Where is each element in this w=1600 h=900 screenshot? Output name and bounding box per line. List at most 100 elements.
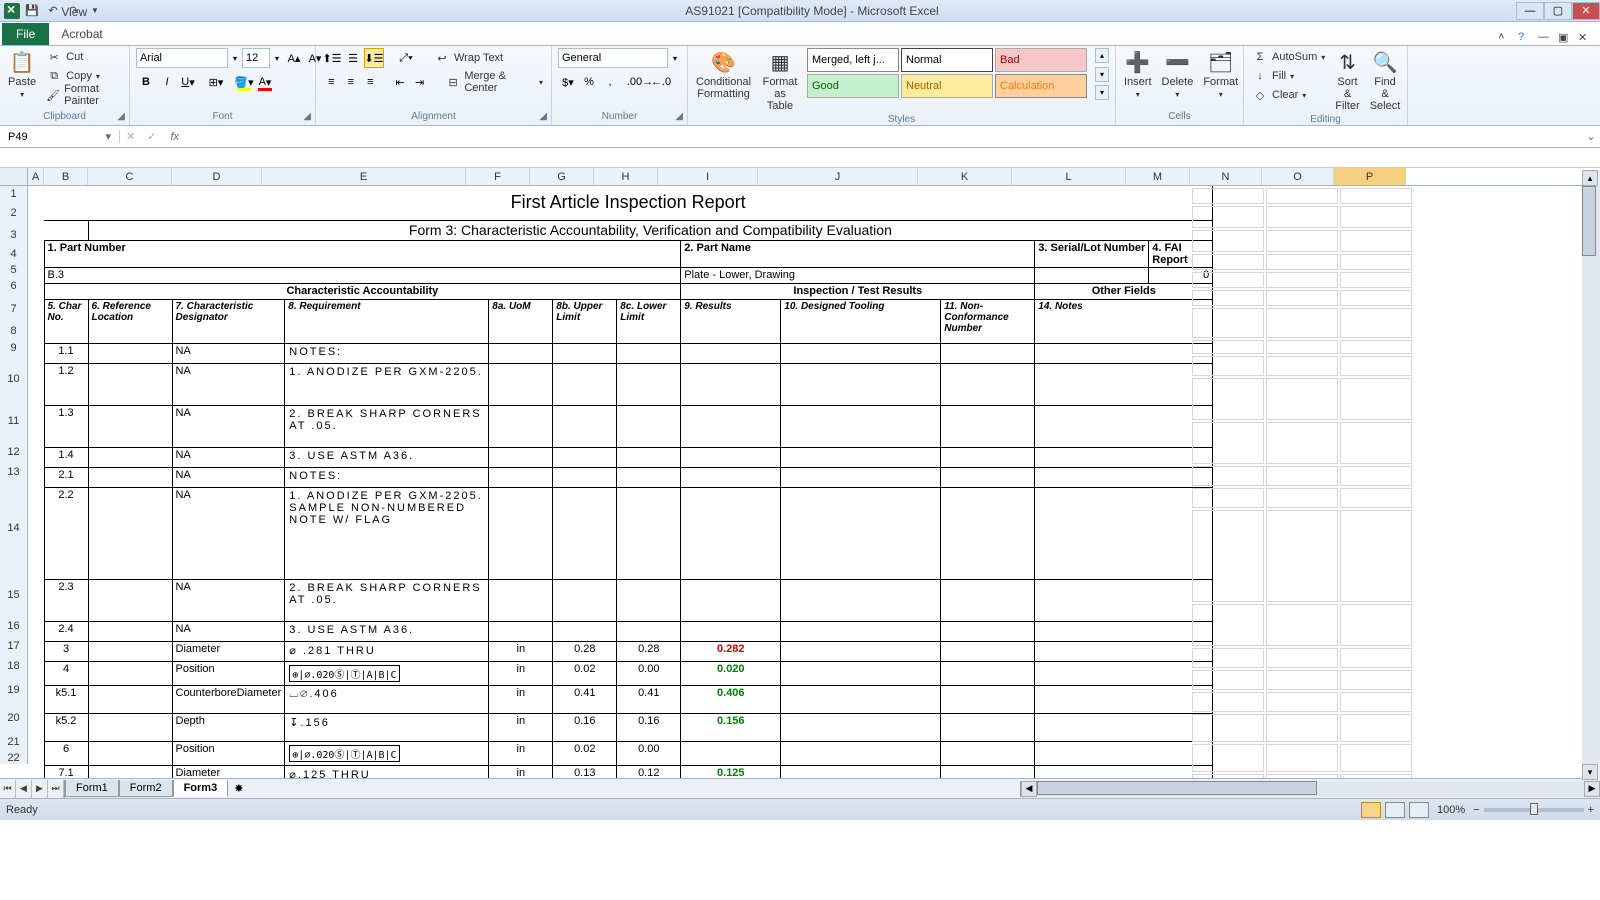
clear-button[interactable]: ◇Clear▾ bbox=[1250, 86, 1327, 104]
row-header[interactable]: 16 bbox=[0, 616, 28, 636]
dialog-launcher-icon[interactable]: ◢ bbox=[117, 111, 125, 122]
sort-filter-button[interactable]: ⇅Sort & Filter bbox=[1333, 48, 1361, 114]
font-name-dropdown-icon[interactable]: ▾ bbox=[229, 48, 241, 68]
cell-style-option[interactable]: Merged, left j... bbox=[807, 48, 899, 72]
vertical-scrollbar[interactable]: ▴ ▾ bbox=[1582, 170, 1600, 780]
new-sheet-icon[interactable]: ✸ bbox=[228, 780, 249, 797]
align-middle-icon[interactable]: ☰ bbox=[343, 48, 363, 68]
expand-formula-icon[interactable]: ⌄ bbox=[1582, 130, 1600, 143]
accounting-format-icon[interactable]: $▾ bbox=[558, 72, 578, 92]
column-header[interactable]: N bbox=[1190, 168, 1262, 185]
horizontal-scrollbar[interactable]: ◀ ▶ bbox=[1020, 781, 1600, 797]
excel-logo-icon[interactable] bbox=[4, 3, 20, 19]
window-x-icon[interactable]: ✕ bbox=[1578, 31, 1592, 45]
row-header[interactable]: 8 bbox=[0, 324, 28, 338]
row-header[interactable]: 12 bbox=[0, 442, 28, 462]
cell-style-option[interactable]: Calculation bbox=[995, 74, 1087, 98]
orientation-icon[interactable]: ⤢▾ bbox=[396, 48, 416, 68]
row-header[interactable]: 14 bbox=[0, 482, 28, 574]
row-header[interactable]: 18 bbox=[0, 656, 28, 676]
row-header[interactable]: 10 bbox=[0, 358, 28, 400]
sheet-tab[interactable]: Form2 bbox=[119, 780, 173, 797]
column-header[interactable]: H bbox=[594, 168, 658, 185]
spreadsheet-grid[interactable]: ABCDEFGHIJKLMNOP 12345678910111213141516… bbox=[0, 168, 1600, 778]
save-icon[interactable]: 💾 bbox=[23, 2, 41, 20]
row-header[interactable]: 19 bbox=[0, 676, 28, 704]
zoom-out-icon[interactable]: − bbox=[1473, 804, 1479, 816]
format-as-table-button[interactable]: ▦Format as Table bbox=[759, 48, 801, 114]
column-header[interactable]: M bbox=[1126, 168, 1190, 185]
window-restore-icon[interactable]: ▣ bbox=[1558, 31, 1572, 45]
cell-styles-gallery[interactable]: Merged, left j...NormalBad GoodNeutralCal… bbox=[807, 48, 1087, 98]
first-sheet-icon[interactable]: ⏮ bbox=[0, 780, 16, 798]
ribbon-tab-view[interactable]: View bbox=[49, 1, 140, 23]
cell-style-option[interactable]: Bad bbox=[995, 48, 1087, 72]
column-header[interactable]: G bbox=[530, 168, 594, 185]
format-painter-button[interactable]: 🖌Format Painter bbox=[44, 86, 123, 104]
conditional-formatting-button[interactable]: 🎨Conditional Formatting bbox=[694, 48, 753, 102]
formula-input[interactable] bbox=[187, 128, 1582, 146]
row-header[interactable]: 3 bbox=[0, 224, 28, 246]
cell-style-option[interactable]: Neutral bbox=[901, 74, 993, 98]
percent-format-icon[interactable]: % bbox=[579, 72, 599, 92]
column-header[interactable]: B bbox=[44, 168, 88, 185]
underline-button[interactable]: U▾ bbox=[178, 72, 198, 92]
gallery-more-icon[interactable]: ▾ bbox=[1095, 85, 1109, 100]
insert-cells-button[interactable]: ➕Insert▾ bbox=[1122, 48, 1154, 101]
cell-style-option[interactable]: Good bbox=[807, 74, 899, 98]
number-format-combo[interactable] bbox=[558, 48, 668, 68]
column-header[interactable]: J bbox=[758, 168, 918, 185]
row-header[interactable]: 13 bbox=[0, 462, 28, 482]
dialog-launcher-icon[interactable]: ◢ bbox=[539, 111, 547, 122]
zoom-in-icon[interactable]: + bbox=[1588, 804, 1594, 816]
row-header[interactable]: 1 bbox=[0, 186, 28, 202]
file-tab[interactable]: File bbox=[2, 23, 49, 45]
gallery-down-icon[interactable]: ▾ bbox=[1095, 67, 1109, 82]
column-header[interactable]: C bbox=[88, 168, 172, 185]
fill-color-button[interactable]: 🪣▾ bbox=[234, 72, 254, 92]
minimize-ribbon-icon[interactable]: ˄ bbox=[1498, 31, 1512, 45]
cell-style-option[interactable]: Normal bbox=[901, 48, 993, 72]
scroll-up-icon[interactable]: ▴ bbox=[1582, 170, 1598, 186]
row-header[interactable]: 17 bbox=[0, 636, 28, 656]
row-header[interactable]: 4 bbox=[0, 246, 28, 262]
column-header[interactable]: E bbox=[262, 168, 466, 185]
bold-button[interactable]: B bbox=[136, 72, 156, 92]
italic-button[interactable]: I bbox=[157, 72, 177, 92]
row-header[interactable]: 5 bbox=[0, 262, 28, 278]
row-header[interactable]: 21 bbox=[0, 732, 28, 752]
align-left-icon[interactable]: ≡ bbox=[322, 72, 341, 92]
row-header[interactable]: 2 bbox=[0, 202, 28, 224]
paste-button[interactable]: 📋 Paste ▾ bbox=[6, 48, 38, 101]
font-name-combo[interactable] bbox=[136, 48, 228, 68]
column-header[interactable]: I bbox=[658, 168, 758, 185]
row-header[interactable]: 20 bbox=[0, 704, 28, 732]
page-break-view-icon[interactable] bbox=[1409, 802, 1429, 818]
dialog-launcher-icon[interactable]: ◢ bbox=[675, 111, 683, 122]
row-header[interactable]: 7 bbox=[0, 294, 28, 324]
delete-cells-button[interactable]: ➖Delete▾ bbox=[1160, 48, 1196, 101]
gallery-up-icon[interactable]: ▴ bbox=[1095, 48, 1109, 63]
window-min-icon[interactable]: — bbox=[1538, 31, 1552, 45]
column-header[interactable]: L bbox=[1012, 168, 1126, 185]
align-top-icon[interactable]: ⬆☰ bbox=[322, 48, 342, 68]
border-button[interactable]: ⊞▾ bbox=[206, 72, 226, 92]
close-button[interactable]: ✕ bbox=[1572, 2, 1600, 20]
zoom-slider[interactable] bbox=[1484, 808, 1584, 812]
row-header[interactable]: 6 bbox=[0, 278, 28, 294]
fx-icon[interactable]: fx bbox=[162, 131, 187, 143]
comma-format-icon[interactable]: , bbox=[600, 72, 620, 92]
decrease-decimal-icon[interactable]: ←.0 bbox=[651, 72, 671, 92]
name-box[interactable]: P49▾ bbox=[0, 130, 120, 143]
column-header[interactable]: D bbox=[172, 168, 262, 185]
minimize-button[interactable]: — bbox=[1516, 2, 1544, 20]
sheet-tab[interactable]: Form3 bbox=[173, 780, 229, 797]
format-cells-button[interactable]: 🗂Format▾ bbox=[1201, 48, 1240, 101]
scroll-left-icon[interactable]: ◀ bbox=[1021, 781, 1037, 797]
align-center-icon[interactable]: ≡ bbox=[342, 72, 361, 92]
row-header[interactable]: 9 bbox=[0, 338, 28, 358]
page-layout-view-icon[interactable] bbox=[1385, 802, 1405, 818]
font-size-combo[interactable] bbox=[242, 48, 270, 68]
scroll-down-icon[interactable]: ▾ bbox=[1582, 764, 1598, 780]
row-header[interactable]: 15 bbox=[0, 574, 28, 616]
